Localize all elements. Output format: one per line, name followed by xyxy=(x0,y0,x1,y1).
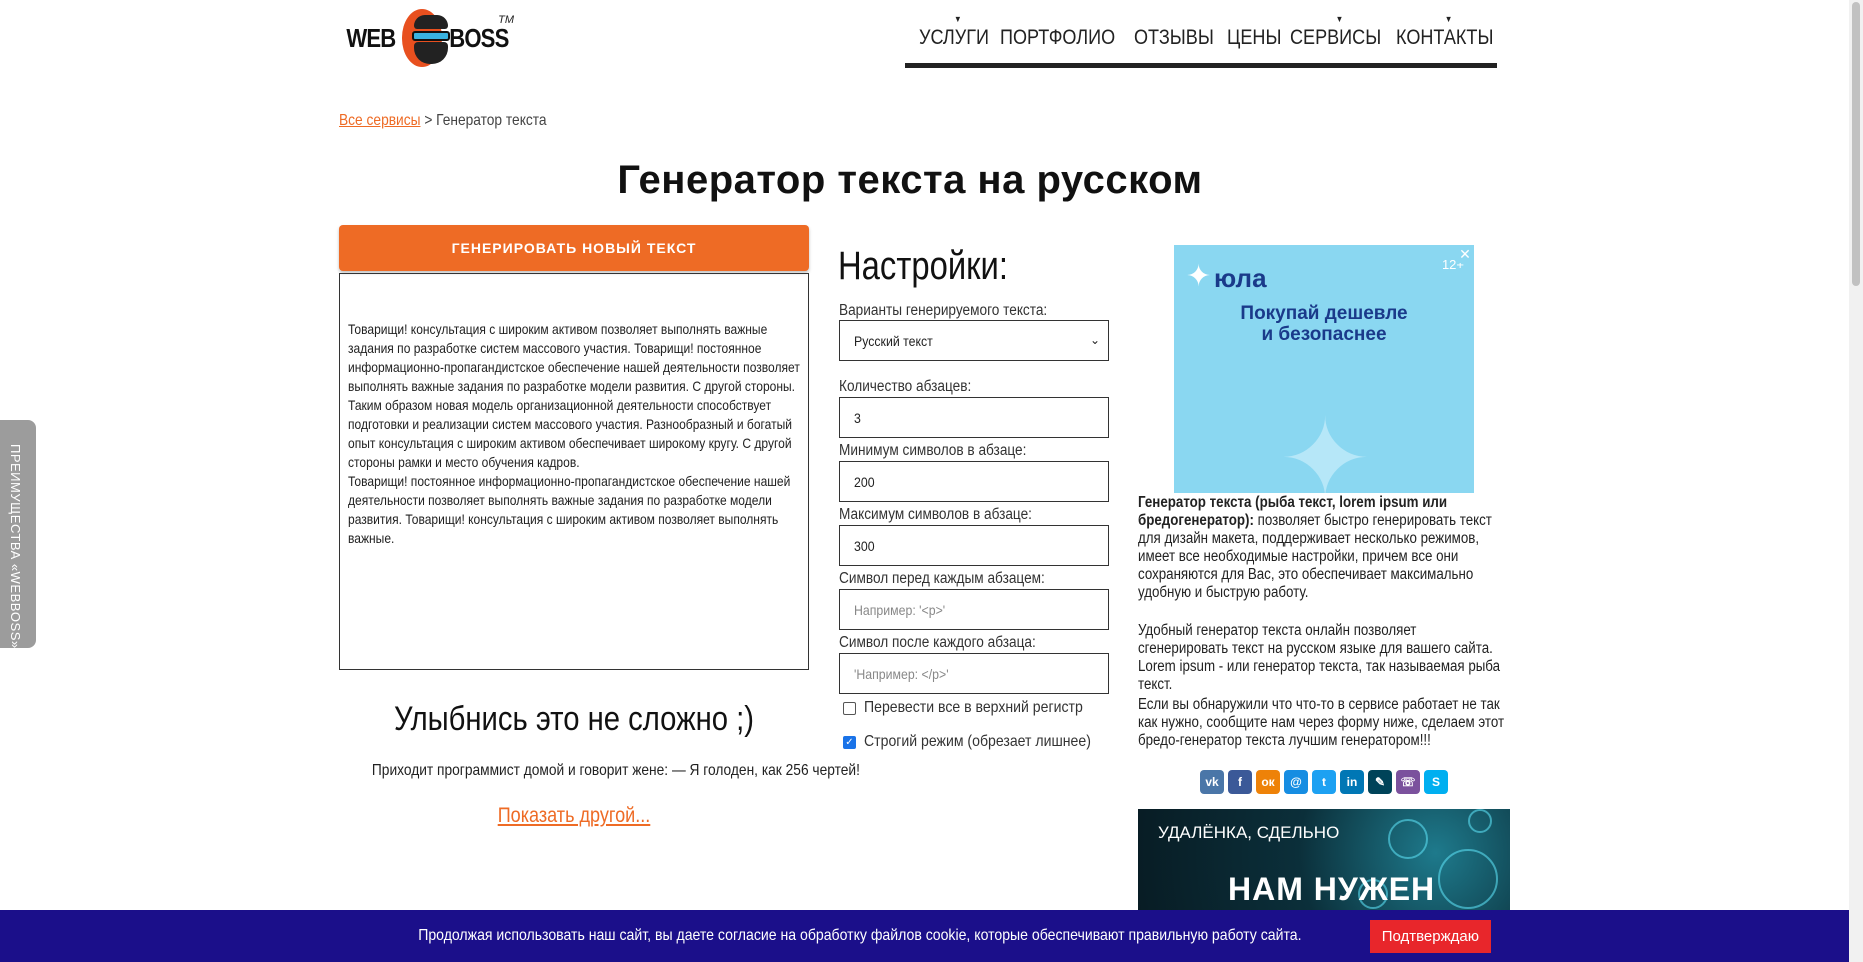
ad-slogan: Покупай дешевле и безопаснее xyxy=(1174,303,1474,345)
cookie-confirm-button[interactable]: Подтверждаю xyxy=(1369,919,1491,953)
star-icon: ✦ xyxy=(1186,260,1212,293)
logo-text-left: WEB xyxy=(346,22,396,53)
nav-item-contacts[interactable]: ▼ КОНТАКТЫ xyxy=(1396,14,1493,63)
variant-label: Варианты генерируемого текста: xyxy=(839,302,1048,319)
description-paragraph-1: Генератор текста (рыба текст, lorem ipsu… xyxy=(1138,494,1510,602)
logo-text-right: BOSS xyxy=(449,22,510,53)
facebook-icon[interactable]: f xyxy=(1228,770,1252,794)
logo[interactable]: WEB BOSS TM xyxy=(342,6,514,70)
show-other-joke-link[interactable]: Показать другой... xyxy=(372,804,776,828)
nav-item-reviews[interactable]: ОТЗЫВЫ xyxy=(1134,22,1214,63)
ad2-line1: УДАЛЁНКА, СДЕЛЬНО xyxy=(1158,823,1340,842)
max-chars-value: 300 xyxy=(854,537,875,554)
breadcrumb: Все сервисы > Генератор текста xyxy=(339,112,547,130)
main-nav: ▼ УСЛУГИ ПОРТФОЛИО ОТЗЫВЫ ЦЕНЫ ▼ СЕРВИСЫ ▼… xyxy=(905,14,1497,68)
paragraphs-label: Количество абзацев: xyxy=(839,378,972,395)
ad-slogan-line2: и безопаснее xyxy=(1261,324,1387,345)
uppercase-checkbox[interactable] xyxy=(843,701,856,715)
uppercase-label: Перевести все в верхний регистр xyxy=(864,699,1083,716)
generated-text: Товарищи! консультация с широким активом… xyxy=(348,321,800,546)
before-symbol-input[interactable]: Например: '<p>' xyxy=(839,589,1109,630)
variant-select[interactable]: Русский текст ⌄ xyxy=(839,320,1109,361)
description-paragraph-2: Удобный генератор текста онлайн позволяе… xyxy=(1138,622,1501,693)
after-symbol-placeholder: 'Например: </p>' xyxy=(854,665,949,682)
before-symbol-label: Символ перед каждым абзацем: xyxy=(839,570,1045,587)
skype-icon[interactable]: S xyxy=(1424,770,1448,794)
side-tab-label: ПРЕИМУЩЕСТВА «WEBBOSS» xyxy=(8,444,23,649)
caret-down-icon: ▼ xyxy=(1336,14,1344,24)
uppercase-option[interactable]: Перевести все в верхний регистр xyxy=(843,699,1113,717)
breadcrumb-current: Генератор текста xyxy=(436,112,547,129)
chevron-down-icon: ⌄ xyxy=(1089,333,1100,347)
max-chars-label: Максимум символов в абзаце: xyxy=(839,506,1032,523)
joke-title: Улыбнись это не сложно ;) xyxy=(393,700,755,738)
decorative-star-icon: ✦ xyxy=(1279,398,1372,494)
generated-text-area[interactable]: Товарищи! консультация с широким активом… xyxy=(339,273,809,670)
max-chars-input[interactable]: 300 xyxy=(839,525,1109,566)
strict-mode-checkbox[interactable]: ✓ xyxy=(843,735,856,749)
ad-banner-yula[interactable]: ✦ юла 12+ Покупай дешевле и безопаснее ✦ xyxy=(1174,245,1474,493)
breadcrumb-link-all-services[interactable]: Все сервисы xyxy=(339,112,420,129)
cookie-banner: Продолжая использовать наш сайт, вы дает… xyxy=(0,910,1849,962)
ad-brand: юла xyxy=(1214,263,1267,293)
paragraphs-input[interactable]: 3 xyxy=(839,397,1109,438)
logo-tm: TM xyxy=(498,14,514,26)
paragraphs-value: 3 xyxy=(854,409,861,426)
logo-face-icon xyxy=(401,9,450,67)
nav-item-portfolio[interactable]: ПОРТФОЛИО xyxy=(1000,22,1115,63)
strict-mode-option[interactable]: ✓ Строгий режим (обрезает лишнее) xyxy=(843,733,1122,751)
after-symbol-input[interactable]: 'Например: </p>' xyxy=(839,653,1109,694)
share-buttons: vk f ок @ t in ✎ ☏ S xyxy=(1200,770,1448,794)
odnoklassniki-icon[interactable]: ок xyxy=(1256,770,1280,794)
cookie-text: Продолжая использовать наш сайт, вы дает… xyxy=(418,927,1302,944)
scrollbar-thumb[interactable] xyxy=(1852,2,1860,286)
description-paragraph-3: Если вы обнаружили что что-то в сервисе … xyxy=(1138,696,1505,749)
linkedin-icon[interactable]: in xyxy=(1340,770,1364,794)
min-chars-label: Минимум символов в абзаце: xyxy=(839,442,1027,459)
page-scrollbar[interactable] xyxy=(1849,0,1863,962)
viber-icon[interactable]: ☏ xyxy=(1396,770,1420,794)
min-chars-value: 200 xyxy=(854,473,875,490)
mailru-icon[interactable]: @ xyxy=(1284,770,1308,794)
side-tab-advantages[interactable]: ПРЕИМУЩЕСТВА «WEBBOSS» xyxy=(0,420,36,649)
livejournal-icon[interactable]: ✎ xyxy=(1368,770,1392,794)
after-symbol-label: Символ после каждого абзаца: xyxy=(839,634,1036,651)
caret-down-icon: ▼ xyxy=(1445,14,1453,24)
joke-text: Приходит программист домой и говорит жен… xyxy=(371,762,860,779)
ad2-line2: НАМ НУЖЕН xyxy=(1228,871,1436,907)
nav-item-services[interactable]: ▼ УСЛУГИ xyxy=(919,14,989,63)
nav-item-tools[interactable]: ▼ СЕРВИСЫ xyxy=(1290,14,1381,63)
nav-item-prices[interactable]: ЦЕНЫ xyxy=(1227,22,1281,63)
page-title: Генератор текста на русском xyxy=(617,158,1203,202)
before-symbol-placeholder: Например: '<p>' xyxy=(854,601,946,618)
caret-down-icon: ▼ xyxy=(954,14,962,24)
ad-slogan-line1: Покупай дешевле xyxy=(1240,303,1408,324)
strict-mode-label: Строгий режим (обрезает лишнее) xyxy=(864,733,1091,750)
min-chars-input[interactable]: 200 xyxy=(839,461,1109,502)
variant-selected-value: Русский текст xyxy=(854,332,933,349)
vk-icon[interactable]: vk xyxy=(1200,770,1224,794)
twitter-icon[interactable]: t xyxy=(1312,770,1336,794)
settings-title: Настройки: xyxy=(838,244,1008,288)
ad-banner-job[interactable]: УДАЛЁНКА, СДЕЛЬНО НАМ НУЖЕН xyxy=(1138,809,1510,919)
generate-button[interactable]: ГЕНЕРИРОВАТЬ НОВЫЙ ТЕКСТ xyxy=(339,225,809,271)
close-ad-icon[interactable]: ✕ xyxy=(1456,245,1474,263)
breadcrumb-separator: > xyxy=(424,112,433,129)
